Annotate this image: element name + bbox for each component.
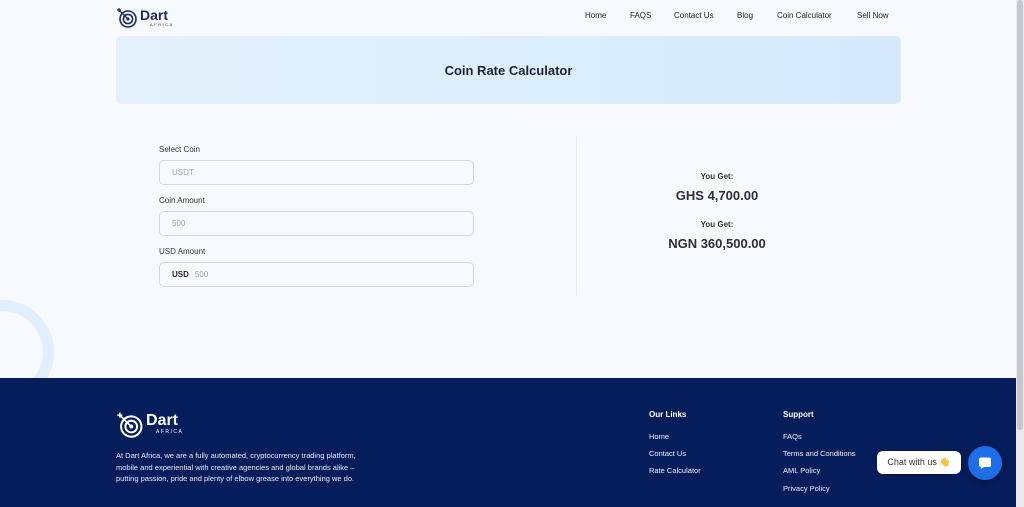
usd-amount-value: 500 [194,270,209,279]
nav-contact-us[interactable]: Contact Us [674,11,714,20]
footer-link-rate-calculator[interactable]: Rate Calculator [649,466,701,475]
hero-banner: Coin Rate Calculator [116,36,901,104]
header-logo[interactable]: Dart AFRICA [116,6,174,28]
coin-amount-input[interactable]: 500 [159,211,474,236]
chat-launcher-button[interactable] [968,446,1002,480]
nav-sell-now[interactable]: Sell Now [857,11,889,20]
footer-logo-text: Dart [146,412,179,429]
coin-amount-label: Coin Amount [159,196,205,205]
chat-icon [979,457,991,469]
select-coin-field[interactable]: USDT [159,160,474,185]
nav-coin-calculator[interactable]: Coin Calculator [777,11,832,20]
footer-about-text: At Dart Africa, we are a fully automated… [116,451,356,483]
footer-link-faqs[interactable]: FAQs [783,432,802,441]
page-title: Coin Rate Calculator [444,62,573,78]
top-nav: Dart AFRICA Home FAQS Contact Us Blog Co… [0,0,1016,34]
select-coin-value: USDT [172,168,194,177]
result-label: You Get: [700,220,734,229]
nav-blog[interactable]: Blog [737,11,753,20]
vertical-divider [576,136,577,296]
dart-logo-icon [117,412,143,438]
result-ghs: You Get: GHS 4,700.00 [600,172,834,203]
logo-subtext: AFRICA [150,21,174,27]
scrollbar-thumb[interactable] [1017,0,1023,430]
support-title: Support [783,410,814,419]
dart-logo-icon [117,8,137,28]
chat-prompt-bubble[interactable]: Chat with us 👋 [877,451,961,474]
footer-link-aml-policy[interactable]: AML Policy [783,466,820,475]
footer-link-contact-us[interactable]: Contact Us [649,449,686,458]
usd-amount-input[interactable]: USD 500 [159,262,474,287]
footer-logo-subtext: AFRICA [156,429,184,435]
result-label: You Get: [700,172,734,181]
chat-prompt-text: Chat with us 👋 [887,457,951,467]
usd-prefix: USD [172,270,189,279]
our-links-title: Our Links [649,410,687,419]
result-value-ngn: NGN 360,500.00 [668,236,766,251]
result-value-ghs: GHS 4,700.00 [675,188,759,203]
logo-text: Dart [140,6,169,23]
page-scrollbar[interactable] [1016,0,1024,507]
footer-link-privacy-policy[interactable]: Privacy Policy [783,484,830,493]
result-ngn: You Get: NGN 360,500.00 [600,220,834,251]
footer-link-terms[interactable]: Terms and Conditions [783,449,856,458]
coin-amount-value: 500 [172,219,186,228]
usd-amount-label: USD Amount [159,247,206,256]
footer: Dart AFRICA At Dart Africa, we are a ful… [0,378,1016,507]
footer-logo[interactable]: Dart AFRICA [116,410,183,438]
nav-home[interactable]: Home [585,11,606,20]
select-coin-label: Select Coin [159,145,200,154]
nav-faqs[interactable]: FAQS [630,11,651,20]
footer-link-home[interactable]: Home [649,432,669,441]
